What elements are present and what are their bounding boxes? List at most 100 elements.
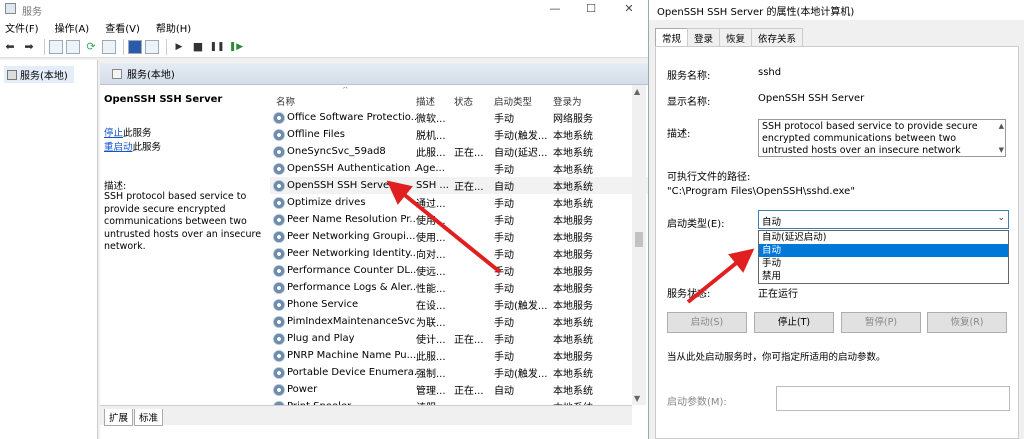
service-gear-icon (273, 315, 285, 328)
service-desc-cell-text: 微软... (416, 114, 446, 125)
service-desc-cell: 通过... (416, 195, 454, 210)
table-row[interactable]: Plug and Play 使计... 正在... 手动 本地系统 (270, 330, 648, 347)
restart-service-link[interactable]: 重启动 (104, 142, 133, 153)
service-desc-cell-text: 此服... (416, 352, 446, 363)
column-status[interactable]: 状态 (454, 87, 494, 108)
forward-icon[interactable]: ➡ (21, 39, 37, 55)
start-button[interactable]: 启动(S) (667, 312, 747, 333)
pause-button[interactable]: 暂停(P) (841, 312, 921, 333)
help-icon[interactable] (145, 39, 159, 54)
table-row[interactable]: Peer Networking Identity... 向对... 手动 本地服务 (270, 245, 648, 262)
stop-service-link-line: 停止此服务 (104, 125, 152, 139)
resume-button[interactable]: 恢复(R) (927, 312, 1007, 333)
scroll-thumb[interactable] (635, 232, 643, 247)
tab-recovery[interactable]: 恢复 (719, 28, 753, 46)
tree-root-services-local[interactable]: 服务(本地) (4, 66, 74, 83)
column-startup-type[interactable]: 启动类型 (494, 87, 553, 108)
scroll-up-icon[interactable]: ▲ (634, 87, 640, 96)
close-button[interactable]: ✕ (622, 2, 636, 15)
option-auto[interactable]: 自动 (759, 244, 1008, 257)
tab-logon[interactable]: 登录 (687, 28, 721, 46)
refresh-icon[interactable]: ⟳ (83, 39, 99, 55)
option-auto-delayed[interactable]: 自动(延迟启动) (759, 231, 1008, 244)
maximize-button[interactable]: ☐ (584, 2, 598, 15)
menu-action[interactable]: 操作(A) (55, 20, 90, 35)
service-gear-icon (273, 196, 285, 209)
menu-file[interactable]: 文件(F) (5, 20, 39, 35)
export-list-icon[interactable] (102, 39, 116, 54)
service-logon-cell-text: 本地系统 (553, 199, 593, 210)
minimize-button[interactable]: — (548, 2, 562, 15)
service-gear-icon (273, 281, 285, 294)
stop-service-link[interactable]: 停止 (104, 128, 123, 139)
table-row[interactable]: OpenSSH SSH Server SSH ... 正在... 自动 本地系统 (270, 177, 648, 194)
tab-extended[interactable]: 扩展 (104, 409, 134, 426)
service-logon-cell-text: 本地服务 (553, 284, 593, 295)
table-row[interactable]: Office Software Protectio... 微软... 手动 网络服务 (270, 109, 648, 126)
start-service-icon[interactable]: ▶ (171, 39, 187, 55)
service-logon-cell-text: 本地服务 (553, 216, 593, 227)
toolbar: ⬅ ➡ ⟳ ▶ ■ ❚❚ ❚▶ (0, 36, 648, 58)
service-name-cell-text: OpenSSH Authentication ... (287, 163, 416, 174)
table-row[interactable]: Portable Device Enumera... 强制... 手动(触发... 本… (270, 364, 648, 381)
service-startup-cell-text: 自动 (494, 182, 514, 193)
service-name-cell-text: PimIndexMaintenanceSvc... (287, 316, 416, 327)
table-row[interactable]: Peer Networking Groupi... 使用... 手动 本地服务 (270, 228, 648, 245)
column-log-on-as[interactable]: 登录为 (553, 87, 609, 108)
window-title: 服务 (22, 7, 42, 18)
start-params-input[interactable] (776, 386, 1010, 411)
table-row[interactable]: OneSyncSvc_59ad8 此服... 正在... 自动(延迟... 本地系统 (270, 143, 648, 160)
stop-button[interactable]: 停止(T) (754, 312, 834, 333)
startup-type-select[interactable]: 自动 ⌄ (758, 210, 1009, 229)
service-name-cell: Performance Counter DL... (270, 264, 416, 277)
tab-dependencies[interactable]: 依存关系 (751, 28, 804, 46)
table-row[interactable]: PNRP Machine Name Pu... 此服... 手动 本地服务 (270, 347, 648, 364)
panel-header: 服务(本地) (100, 63, 648, 85)
restart-service-icon[interactable]: ❚▶ (228, 39, 244, 55)
vertical-scrollbar[interactable]: ▲ ▼ (632, 85, 646, 405)
service-logon-cell-text: 网络服务 (553, 114, 593, 125)
table-row[interactable]: Peer Name Resolution Pr... 使用... 手动 本地服务 (270, 211, 648, 228)
scroll-down-icon[interactable]: ▼ (634, 394, 640, 403)
startup-type-label: 启动类型(E): (667, 219, 725, 230)
show-hide-tree-icon[interactable] (49, 39, 63, 54)
option-manual[interactable]: 手动 (759, 257, 1008, 270)
service-name-cell: PNRP Machine Name Pu... (270, 349, 416, 362)
service-name-cell-text: Peer Networking Identity... (287, 248, 416, 259)
table-row[interactable]: PimIndexMaintenanceSvc... 为联... 手动 本地系统 (270, 313, 648, 330)
view-tabs: 扩展 标准 (100, 405, 632, 426)
table-row[interactable]: OpenSSH Authentication ... Age... 手动 本地系统 (270, 160, 648, 177)
table-row[interactable]: Performance Logs & Aler... 性能... 手动 本地服务 (270, 279, 648, 296)
table-row[interactable]: Optimize drives 通过... 手动 本地系统 (270, 194, 648, 211)
table-row[interactable]: Performance Counter DL... 使远... 手动 本地服务 (270, 262, 648, 279)
tab-standard[interactable]: 标准 (134, 409, 164, 426)
service-logon-cell-text: 本地服务 (553, 352, 593, 363)
menu-help[interactable]: 帮助(H) (156, 20, 191, 35)
tree-root-label: 服务(本地) (20, 71, 68, 82)
pause-service-icon[interactable]: ❚❚ (209, 39, 225, 55)
tab-general[interactable]: 常规 (655, 28, 689, 46)
stop-service-icon[interactable]: ■ (190, 39, 206, 55)
desc-scroll-down-icon[interactable]: ▼ (999, 144, 1004, 156)
service-name-cell-text: Peer Name Resolution Pr... (287, 214, 416, 225)
service-desc-cell-text: SSH ... (416, 180, 449, 191)
properties-icon[interactable] (128, 39, 142, 54)
table-row[interactable]: Power 管理... 正在... 自动 本地系统 (270, 381, 648, 398)
service-gear-icon (273, 349, 285, 362)
table-row[interactable]: Phone Service 在设... 手动(触发... 本地服务 (270, 296, 648, 313)
service-logon-cell-text: 本地系统 (553, 369, 593, 380)
services-header-icon (112, 68, 122, 79)
service-desc-cell-text: 在设... (416, 301, 446, 312)
service-gear-icon (273, 366, 285, 379)
table-row[interactable]: Offline Files 脱机... 手动(触发... 本地系统 (270, 126, 648, 143)
option-disabled[interactable]: 禁用 (759, 270, 1008, 283)
service-name-label: 服务名称: (667, 71, 711, 82)
back-icon[interactable]: ⬅ (2, 39, 18, 55)
menu-view[interactable]: 查看(V) (105, 20, 140, 35)
details-view-icon[interactable] (66, 39, 80, 54)
desc-scroll-up-icon[interactable]: ▲ (999, 120, 1004, 132)
service-startup-cell-text: 手动 (494, 335, 514, 346)
description-box[interactable]: SSH protocol based service to provide se… (758, 119, 1006, 157)
chevron-down-icon[interactable]: ⌄ (997, 213, 1005, 223)
column-description[interactable]: 描述 (416, 87, 454, 108)
